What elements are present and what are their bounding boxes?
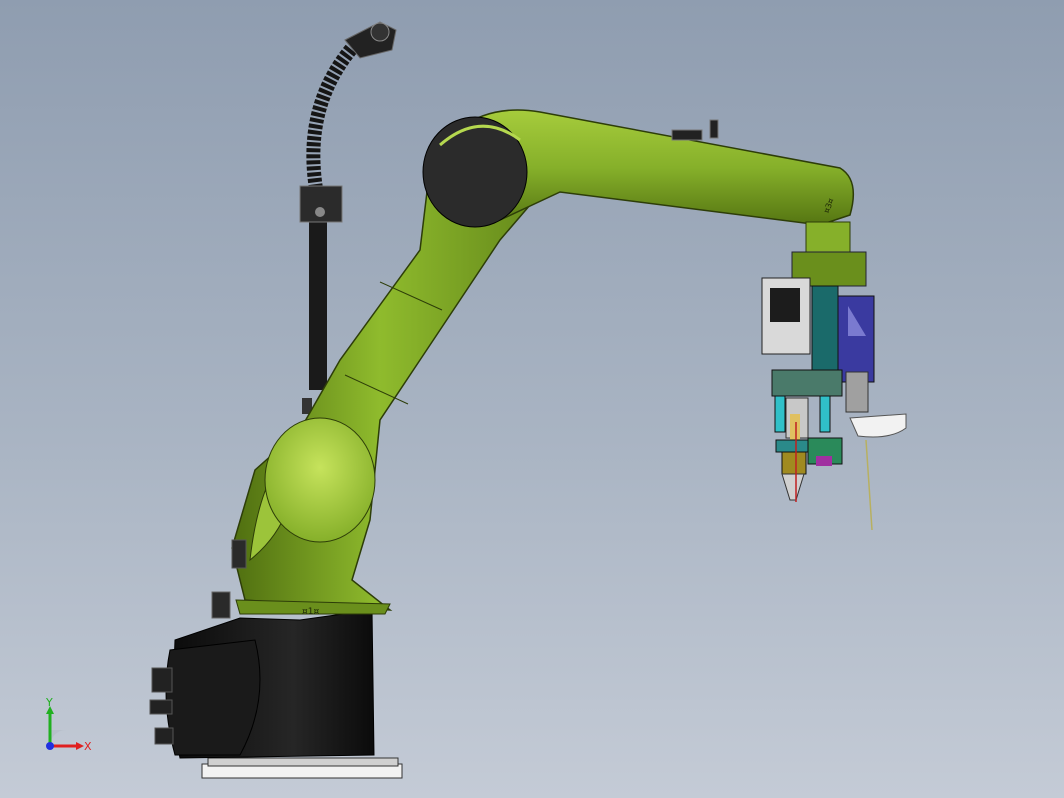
joint1-label: ¤1¤: [302, 607, 319, 617]
x-axis-label: X: [84, 740, 92, 753]
end-effector-tool: [761, 251, 907, 531]
robot-model-scene[interactable]: ¤1¤ ¤3¤: [0, 0, 1064, 798]
z-axis-dot: [46, 742, 54, 750]
base-plate: [201, 757, 403, 779]
robot-base: [149, 591, 375, 759]
graphics-viewport[interactable]: ¤1¤ ¤3¤ Y X: [0, 0, 1064, 798]
coordinate-triad: Y X: [45, 696, 92, 753]
y-axis-label: Y: [45, 696, 53, 709]
